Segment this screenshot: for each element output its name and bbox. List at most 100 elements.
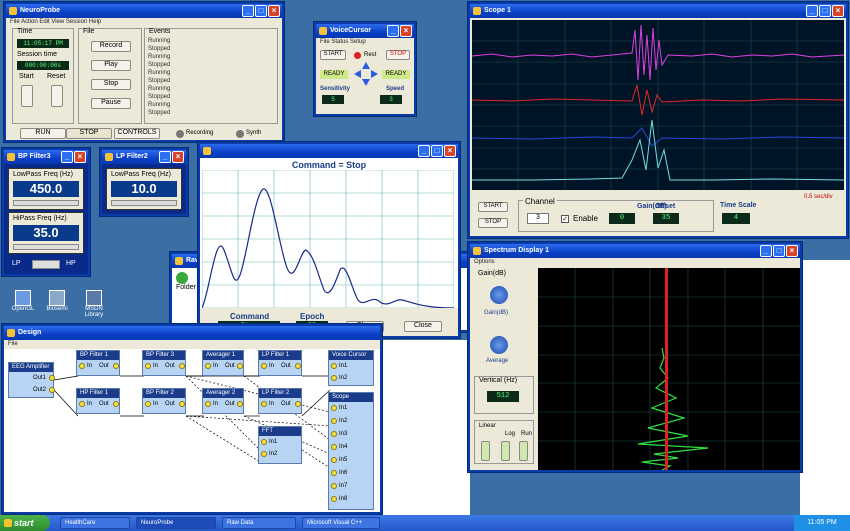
node-eeg-amplifier[interactable]: EEG Amplifier Out1 Out2 [8,362,55,398]
port-in2-icon[interactable] [331,375,337,381]
port-out-icon[interactable] [295,363,301,369]
run-switch[interactable] [519,441,528,461]
direction-pad[interactable] [354,62,378,86]
vscale-field[interactable]: 512 [487,391,519,402]
minimize-button[interactable]: _ [61,151,73,163]
spectrum-plot[interactable] [538,268,800,470]
port-out-icon[interactable] [179,401,185,407]
stop-button[interactable]: STOP [386,50,410,60]
port-in2-icon[interactable] [261,451,267,457]
minimize-button[interactable]: _ [760,245,772,257]
close-button[interactable]: Close [404,321,442,332]
minimize-button[interactable]: _ [418,145,430,157]
close-button[interactable]: × [832,5,844,17]
taskbar-item-visual-cpp[interactable]: Microsoft Visual C++ [302,517,380,529]
node-voice-cursor[interactable]: Voice Cursor In1 In2 [328,350,374,386]
close-button[interactable]: × [74,151,86,163]
port-in-icon[interactable] [205,363,211,369]
clock[interactable]: 11:05 PM [807,519,836,526]
menu-bar[interactable]: Options [470,258,800,267]
desktop-icon-msdn[interactable]: MSDN Library [76,290,112,318]
port-out-icon[interactable] [113,363,119,369]
port-out-icon[interactable] [237,401,243,407]
close-button[interactable]: × [786,245,798,257]
average-knob[interactable] [490,336,508,354]
gain-field[interactable]: 0 [609,213,635,224]
menu-bar[interactable]: File [4,340,380,349]
port-in-icon[interactable] [145,363,151,369]
node-lp-filter-2[interactable]: LP Filter 2 In Out [258,388,302,414]
timescale-field[interactable]: 4 [722,213,750,224]
start-button[interactable]: START [478,202,508,212]
port-in7-icon[interactable] [331,483,337,489]
start-button[interactable]: start [0,515,50,531]
arrow-left-icon[interactable] [354,70,361,78]
taskbar-item-raw-data[interactable]: Raw Data [222,517,296,529]
port-in-icon[interactable] [261,363,267,369]
port-in-icon[interactable] [79,401,85,407]
linear-switch[interactable] [481,441,490,461]
port-out-icon[interactable] [113,401,119,407]
desktop-icon-opengl[interactable]: OpenGL [8,290,38,312]
start-button[interactable]: START [320,50,346,60]
minimize-button[interactable]: _ [159,151,171,163]
channel-spinner[interactable]: 3 [527,213,549,224]
taskbar-item-healthcare[interactable]: HealthCare [60,517,130,529]
arrow-down-icon[interactable] [362,79,370,86]
port-in4-icon[interactable] [331,444,337,450]
reset-switch[interactable] [51,85,63,107]
stop-button[interactable]: Stop [91,79,131,90]
lp-hp-toggle[interactable] [32,260,60,269]
port-in6-icon[interactable] [331,470,337,476]
offset-field[interactable]: 35 [653,213,679,224]
desktop-icon-biosemi[interactable]: Biosemi [40,290,74,312]
arrow-right-icon[interactable] [371,70,378,78]
arrow-up-icon[interactable] [362,62,370,69]
record-button[interactable]: Record [91,41,131,52]
node-bp-filter-1[interactable]: BP Filter 1 In Out [76,350,120,376]
minimize-button[interactable]: _ [387,25,399,37]
port-in-icon[interactable] [145,401,151,407]
highpass-slider[interactable] [13,244,79,250]
lowpass-slider[interactable] [111,200,177,206]
port-in1-icon[interactable] [261,439,267,445]
node-hp-filter-1[interactable]: HP Filter 1 In Out [76,388,120,414]
port-in8-icon[interactable] [331,496,337,502]
lowpass-slider[interactable] [13,200,79,206]
port-in2-icon[interactable] [331,418,337,424]
gain-knob[interactable] [490,286,508,304]
port-in-icon[interactable] [205,401,211,407]
sensitivity-field[interactable]: 5 [322,95,344,104]
go-icon[interactable] [176,272,188,284]
minimize-button[interactable]: _ [242,5,254,17]
maximize-button[interactable]: □ [773,245,785,257]
menu-bar[interactable]: File Action Edit View Session Help [6,18,282,27]
port-out-icon[interactable] [179,363,185,369]
port-in1-icon[interactable] [331,405,337,411]
scope-plot[interactable] [472,20,844,190]
controls-button[interactable]: CONTROLS [114,128,160,139]
menu-bar[interactable]: File Status Setup [316,38,414,47]
node-bp-filter-2[interactable]: BP Filter 2 In Out [142,388,186,414]
node-bp-filter-3[interactable]: BP Filter 3 In Out [142,350,186,376]
enable-checkbox[interactable]: ✓ [561,215,569,223]
port-in1-icon[interactable] [331,363,337,369]
port-out-icon[interactable] [295,401,301,407]
close-button[interactable]: × [444,145,456,157]
pause-button[interactable]: Pause [91,98,131,109]
log-switch[interactable] [501,441,510,461]
port-out2-icon[interactable] [49,387,55,393]
taskbar-item-neuroprobe[interactable]: NeuroProbe [136,517,216,529]
maximize-button[interactable]: □ [255,5,267,17]
close-button[interactable]: × [172,151,184,163]
start-switch[interactable] [21,85,33,107]
port-out-icon[interactable] [237,363,243,369]
node-lp-filter-1[interactable]: LP Filter 1 In Out [258,350,302,376]
run-button[interactable]: RUN [20,128,66,139]
close-button[interactable]: × [400,25,412,37]
node-averager-1[interactable]: Averager 1 In Out [202,350,244,376]
stop-button[interactable]: STOP [478,218,508,228]
port-out1-icon[interactable] [49,375,55,381]
port-in-icon[interactable] [79,363,85,369]
node-scope[interactable]: Scope In1 In2 In3 In4 In5 In6 In7 In8 [328,392,374,510]
